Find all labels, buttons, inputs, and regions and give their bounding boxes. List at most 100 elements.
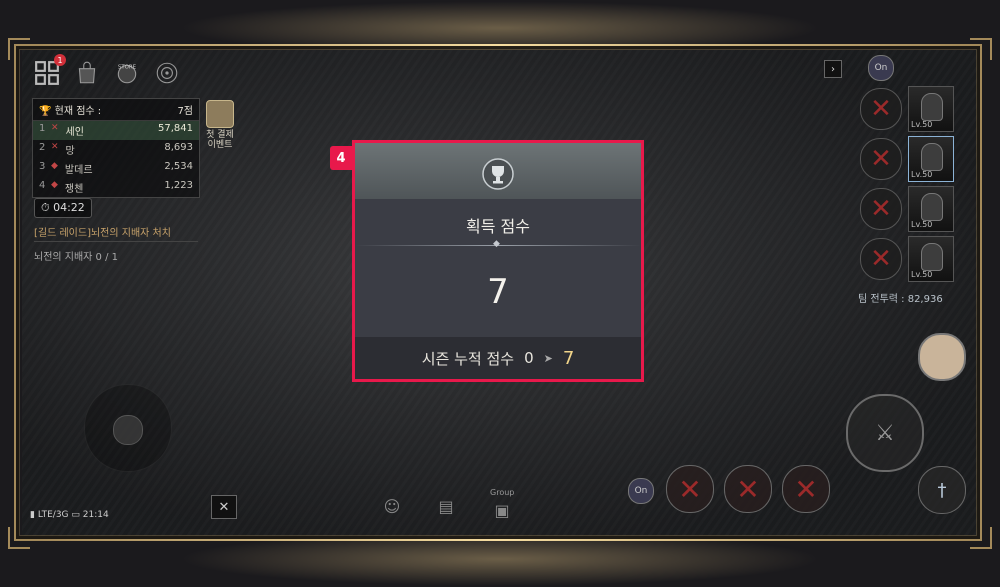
- joystick-knob[interactable]: [113, 415, 143, 445]
- guild-emblem-icon: ✕: [51, 142, 59, 152]
- auto-toggle-button[interactable]: On: [868, 55, 894, 81]
- party-member[interactable]: ✕ Lv.50: [860, 186, 954, 232]
- step-badge: 4: [330, 146, 352, 170]
- device-status: ▮ LTE/3G ▭ 21:14: [30, 510, 109, 520]
- party-member[interactable]: ✕ Lv.50: [860, 236, 954, 282]
- score-row: 2 ✕ 망 8,693: [33, 140, 199, 159]
- chat-button[interactable]: ▤: [434, 494, 458, 518]
- attack-button[interactable]: ⚔: [846, 394, 924, 472]
- helmet-icon: [921, 193, 943, 221]
- disabled-skill-icon: ✕: [860, 88, 902, 130]
- guild-score: 1,223: [164, 180, 193, 191]
- store-button[interactable]: STORE: [112, 58, 142, 88]
- guild-name: 쟁첸: [64, 184, 84, 195]
- guild-emblem-icon: ✕: [51, 123, 59, 133]
- party-member[interactable]: ✕ Lv.50: [860, 86, 954, 132]
- expand-arrow-button[interactable]: ›: [824, 60, 842, 78]
- first-purchase-event-button[interactable]: 첫 결제 이벤트: [200, 100, 240, 150]
- guild-score: 8,693: [164, 142, 193, 153]
- group-icon: ▣: [494, 500, 510, 520]
- frame-corner: [970, 527, 992, 549]
- season-score-row: 시즌 누적 점수 0 ➤ 7: [355, 337, 641, 379]
- season-score-label: 시즌 누적 점수: [421, 349, 515, 368]
- skill-bar: ✕ ✕ ✕: [666, 465, 830, 513]
- weapon-skill-button[interactable]: †: [918, 466, 966, 514]
- raid-timer: ⏱ 04:22: [34, 198, 92, 218]
- score-header: 🏆 현재 점수 : 7점: [33, 99, 199, 121]
- skill-slot-3[interactable]: ✕: [782, 465, 830, 513]
- disabled-skill-icon: ✕: [860, 188, 902, 230]
- auto-skill-toggle[interactable]: On: [628, 478, 654, 504]
- guild-score: 57,841: [158, 123, 193, 134]
- rank-number: 3: [39, 161, 46, 172]
- chat-icon: ▤: [438, 496, 454, 516]
- member-portrait: Lv.50: [908, 236, 954, 282]
- battery-icon: ▭: [71, 510, 80, 520]
- locked-skill-icon: ✕: [736, 472, 760, 506]
- tools-icon: ✕: [218, 499, 230, 515]
- locked-skill-icon: ✕: [794, 472, 818, 506]
- skill-slot-2[interactable]: ✕: [724, 465, 772, 513]
- score-row: 3 ◆ 발데르 2,534: [33, 159, 199, 178]
- crossed-swords-icon: ⚔: [875, 420, 895, 446]
- character-avatar[interactable]: [918, 333, 966, 381]
- event-label-2: 이벤트: [207, 140, 233, 150]
- earned-score-value: 7: [487, 272, 509, 312]
- sword-icon: †: [937, 479, 947, 501]
- party-list: ✕ Lv.50 ✕ Lv.50 ✕ Lv.50 ✕ Lv.50: [860, 86, 954, 286]
- notification-badge: 1: [54, 54, 66, 66]
- bag-icon: [78, 61, 96, 84]
- guild-score: 2,534: [164, 161, 193, 172]
- member-level: Lv.50: [911, 170, 933, 179]
- quest-title[interactable]: [길드 레이드]뇌전의 지배자 처치: [34, 224, 198, 242]
- collection-button[interactable]: [152, 58, 182, 88]
- trophy-emblem-icon: [482, 158, 514, 190]
- member-portrait: Lv.50: [908, 186, 954, 232]
- party-member[interactable]: ✕ Lv.50: [860, 136, 954, 182]
- chevron-right-icon: ›: [831, 63, 835, 75]
- current-score-value: 7점: [177, 106, 193, 117]
- disabled-skill-icon: ✕: [860, 138, 902, 180]
- helmet-icon: [921, 143, 943, 171]
- shop-button[interactable]: [72, 58, 102, 88]
- rank-number: 1: [39, 123, 46, 134]
- emote-button[interactable]: ☺: [380, 494, 404, 518]
- fingerprint-icon: [156, 62, 178, 84]
- frame-corner: [8, 527, 30, 549]
- guild-name: 세인: [65, 127, 84, 138]
- quest-progress: 뇌전의 지배자 0 / 1: [34, 252, 119, 263]
- season-score-from: 0: [524, 349, 534, 367]
- member-portrait: Lv.50: [908, 86, 954, 132]
- gift-icon: [206, 100, 234, 128]
- guild-emblem-icon: ◆: [51, 161, 58, 171]
- gold-line-bottom: [40, 539, 960, 541]
- frame-corner: [8, 38, 30, 60]
- skill-slot-1[interactable]: ✕: [666, 465, 714, 513]
- group-button[interactable]: ▣: [490, 498, 514, 522]
- group-label: Group: [490, 488, 515, 497]
- rank-number: 2: [39, 142, 46, 153]
- helmet-icon: [921, 243, 943, 271]
- member-level: Lv.50: [911, 270, 933, 279]
- member-level: Lv.50: [911, 120, 933, 129]
- network-type: LTE/3G: [37, 510, 69, 520]
- season-score-to: 7: [562, 347, 575, 369]
- guild-emblem-icon: ◆: [51, 180, 58, 190]
- main-menu-button[interactable]: 1: [32, 54, 66, 88]
- modal-header-banner: [355, 143, 641, 199]
- score-row: 4 ◆ 쟁첸 1,223: [33, 178, 199, 197]
- score-panel: 🏆 현재 점수 : 7점 1 ✕ 세인 57,841 2 ✕ 망 8,693 3…: [32, 98, 200, 198]
- top-menu-icons: 1 STORE: [32, 54, 182, 88]
- store-label: STORE: [118, 65, 137, 71]
- modal-title: 획득 점수: [466, 217, 530, 236]
- disabled-skill-icon: ✕: [860, 238, 902, 280]
- member-level: Lv.50: [911, 220, 933, 229]
- timer-value: 04:22: [53, 201, 85, 214]
- guild-name: 망: [65, 146, 75, 157]
- team-power: 팀 전투력 : 82,936: [858, 294, 943, 305]
- virtual-joystick[interactable]: [84, 384, 172, 472]
- modal-divider: [355, 239, 641, 249]
- trophy-icon: 🏆: [39, 106, 52, 117]
- settings-tools-button[interactable]: ✕: [211, 495, 237, 519]
- score-result-modal: 획득 점수 7 시즌 누적 점수 0 ➤ 7: [352, 140, 644, 382]
